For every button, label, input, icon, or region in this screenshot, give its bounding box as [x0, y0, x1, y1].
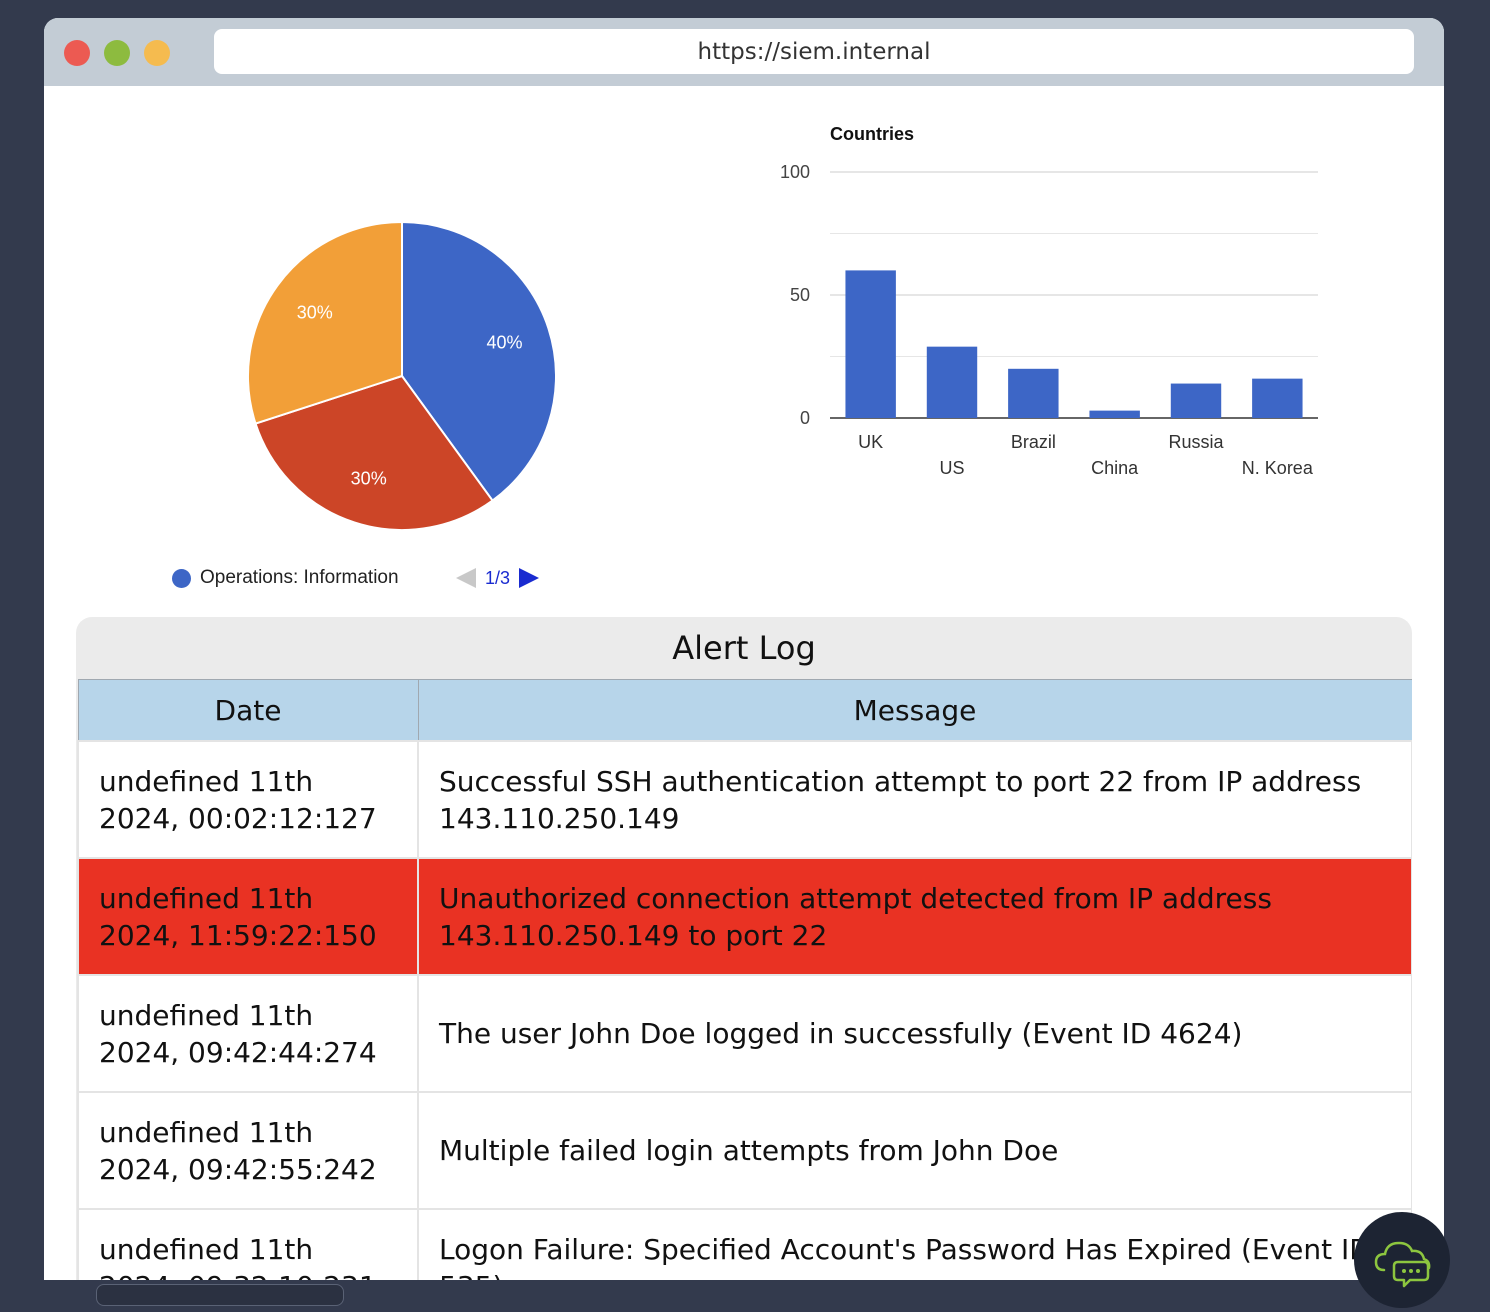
- bar[interactable]: [1170, 383, 1222, 418]
- date-cell: undefined 11th 2024, 09:42:44:274: [77, 974, 419, 1093]
- x-tick-label: Brazil: [1011, 432, 1056, 452]
- x-tick-label: UK: [858, 432, 883, 452]
- column-header-date[interactable]: Date: [77, 679, 419, 742]
- dashboard: 40% 30% 30% Operations: Information 1/3 Co…: [44, 86, 1444, 1280]
- minimize-window-button[interactable]: [104, 40, 130, 66]
- pie-slice-label: 30%: [351, 469, 387, 489]
- column-header-message[interactable]: Message: [417, 679, 1412, 742]
- table-header-row: Date Message: [77, 679, 1412, 742]
- zoom-window-button[interactable]: [144, 40, 170, 66]
- pie-slice-label: 30%: [297, 303, 333, 323]
- message-cell: Multiple failed login attempts from John…: [417, 1091, 1412, 1210]
- prev-page-arrow-icon[interactable]: [456, 568, 476, 588]
- taskbar-tab[interactable]: [96, 1284, 344, 1306]
- table-row[interactable]: undefined 11th 2024, 11:59:22:150 Unautho…: [77, 857, 1412, 976]
- legend-label: Operations: Information: [200, 567, 399, 588]
- alert-log-title: Alert Log: [672, 629, 816, 667]
- message-cell: The user John Doe logged in successfully…: [417, 974, 1412, 1093]
- message-cell: Unauthorized connection attempt detected…: [417, 857, 1412, 976]
- browser-window: https://siem.internal 40% 30% 30% Operatio…: [44, 18, 1444, 1280]
- bar[interactable]: [926, 346, 978, 418]
- date-cell: undefined 11th 2024, 09:32:10:231: [77, 1208, 419, 1280]
- message-cell: Successful SSH authentication attempt to…: [417, 740, 1412, 859]
- bar[interactable]: [1252, 378, 1303, 418]
- chat-button[interactable]: [1354, 1212, 1450, 1308]
- message-cell: Logon Failure: Specified Account's Passw…: [417, 1208, 1412, 1280]
- chat-cloud-icon: [1374, 1241, 1431, 1288]
- x-tick-label: US: [939, 458, 964, 478]
- bar[interactable]: [845, 270, 896, 418]
- date-cell: undefined 11th 2024, 11:59:22:150: [77, 857, 419, 976]
- chart-title: Countries: [830, 124, 914, 144]
- alert-log-table: Date Message undefined 11th 2024, 00:02:…: [77, 679, 1412, 1280]
- next-page-arrow-icon[interactable]: [519, 568, 540, 588]
- legend-swatch: [172, 568, 191, 588]
- close-window-button[interactable]: [64, 40, 90, 66]
- y-tick-label: 50: [790, 285, 810, 305]
- table-row[interactable]: undefined 11th 2024, 09:32:10:231Logon F…: [77, 1208, 1412, 1280]
- table-row[interactable]: undefined 11th 2024, 00:02:12:127 Success…: [77, 740, 1412, 859]
- y-tick-label: 0: [800, 408, 810, 428]
- table-row[interactable]: undefined 11th 2024, 09:42:55:242 Multipl…: [77, 1091, 1412, 1210]
- date-cell: undefined 11th 2024, 00:02:12:127: [77, 740, 419, 859]
- browser-titlebar: https://siem.internal: [44, 18, 1444, 86]
- category-pie-chart: 40% 30% 30% Operations: Information 1/3: [134, 114, 584, 614]
- bar[interactable]: [1008, 368, 1059, 418]
- y-tick-label: 100: [780, 162, 810, 182]
- x-tick-label: N. Korea: [1242, 458, 1314, 478]
- bar[interactable]: [1089, 410, 1140, 418]
- address-bar[interactable]: https://siem.internal: [214, 29, 1414, 74]
- table-row[interactable]: undefined 11th 2024, 09:42:44:274 The use…: [77, 974, 1412, 1093]
- pie-chart-svg: 40% 30% 30%: [247, 220, 557, 531]
- x-tick-label: China: [1091, 458, 1139, 478]
- pie-slice-label: 40%: [487, 333, 523, 353]
- x-tick-label: Russia: [1168, 432, 1224, 452]
- countries-bar-chart: Countries 0 50 100 UK US Brazil China Russia N. K…: [780, 124, 1318, 478]
- pager-text: 1/3: [485, 567, 511, 588]
- date-cell: undefined 11th 2024, 09:42:55:242: [77, 1091, 419, 1210]
- pie-legend: Operations: Information: [172, 566, 399, 590]
- alert-log-panel: Alert Log Date Message undefined 11th 20…: [76, 617, 1412, 1280]
- legend-pager: 1/3: [456, 566, 540, 590]
